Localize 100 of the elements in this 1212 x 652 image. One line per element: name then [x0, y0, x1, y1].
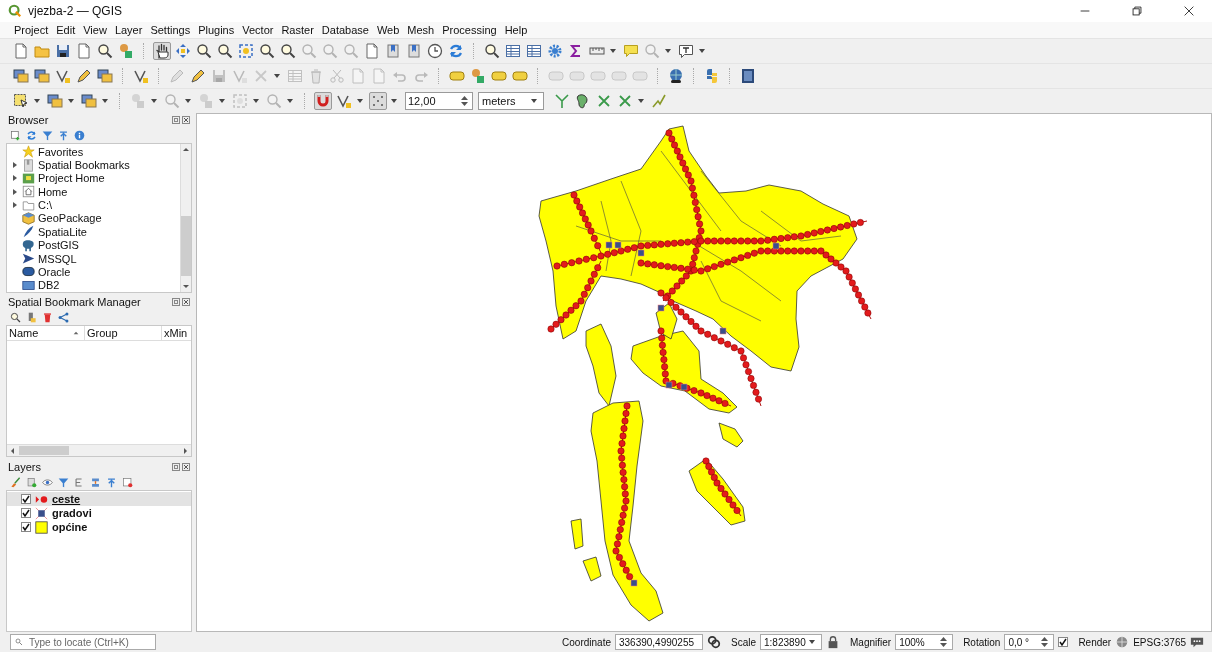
menu-item[interactable]: Settings [146, 24, 195, 36]
column-header[interactable]: Name [7, 326, 85, 340]
scrollbar[interactable] [7, 444, 191, 456]
menu-item[interactable]: Mesh [403, 24, 439, 36]
column-header[interactable]: Group [85, 326, 162, 340]
pencil-icon[interactable] [189, 67, 207, 85]
hand-icon[interactable] [153, 42, 171, 60]
trash-icon[interactable] [42, 311, 53, 323]
layer-stack-icon[interactable] [12, 67, 30, 85]
paintbrush-icon[interactable] [10, 476, 21, 488]
caret-icon[interactable] [699, 49, 705, 53]
caret-icon[interactable] [357, 99, 363, 103]
browser-item[interactable]: Favorites [7, 145, 180, 159]
layer-row[interactable]: gradovi [7, 506, 191, 520]
magnifier-spin-field[interactable]: 100% [895, 634, 954, 650]
restore-icon[interactable] [1130, 4, 1144, 18]
page-icon[interactable] [12, 42, 30, 60]
expand-arrow-icon[interactable] [11, 161, 19, 170]
layer-stack-icon[interactable] [46, 92, 64, 110]
move-arrows-icon[interactable] [174, 42, 192, 60]
menu-item[interactable]: Vector [238, 24, 278, 36]
magnifier-icon[interactable] [10, 311, 21, 323]
lock-icon[interactable] [826, 635, 840, 649]
browser-item[interactable]: Oracle [7, 265, 180, 279]
table-icon[interactable] [525, 42, 543, 60]
number-spin-field[interactable]: 12,00 [405, 92, 473, 110]
caret-icon[interactable] [610, 49, 616, 53]
caret-icon[interactable] [34, 99, 40, 103]
fork-icon[interactable] [553, 92, 571, 110]
share-icon[interactable] [58, 311, 69, 323]
close-icon[interactable] [182, 116, 190, 124]
browser-item[interactable]: PostGIS [7, 238, 180, 252]
caret-icon[interactable] [68, 99, 74, 103]
caret-icon[interactable] [638, 99, 644, 103]
eye-icon[interactable] [42, 476, 53, 488]
menu-item[interactable]: Web [372, 24, 404, 36]
checkbox[interactable] [21, 522, 31, 532]
magnifier-icon[interactable] [258, 42, 276, 60]
collapse-all-icon[interactable] [106, 476, 117, 488]
table-icon[interactable] [504, 42, 522, 60]
magnifier-icon[interactable] [195, 42, 213, 60]
caret-icon[interactable] [809, 640, 815, 644]
expand-arrow-icon[interactable] [11, 201, 19, 210]
browser-item[interactable]: DB2 [7, 278, 180, 292]
browser-item[interactable]: MSSQL [7, 251, 180, 266]
filter-icon[interactable] [42, 129, 53, 141]
shapes-icon[interactable] [469, 67, 487, 85]
expression-icon[interactable] [74, 476, 85, 488]
magnet-icon[interactable] [314, 92, 332, 110]
float-icon[interactable] [172, 298, 180, 306]
layer-stack-icon[interactable] [80, 92, 98, 110]
bookmark-icon[interactable] [384, 42, 402, 60]
browser-item[interactable]: GeoPackage [7, 211, 180, 226]
collapse-icon[interactable] [58, 129, 69, 141]
expand-all-icon[interactable] [90, 476, 101, 488]
dots-icon[interactable] [369, 92, 387, 110]
close-icon[interactable] [182, 298, 190, 306]
crs-button[interactable]: EPSG:3765 [1133, 636, 1186, 648]
units-dropdown[interactable]: meters [478, 92, 544, 110]
coordinate-field[interactable]: 336390,4990255 [614, 634, 703, 650]
add-icon[interactable] [10, 129, 21, 141]
filter-icon[interactable] [58, 476, 69, 488]
zigzag-icon[interactable] [650, 92, 668, 110]
layer-row[interactable]: općine [7, 520, 191, 534]
gear-icon[interactable] [546, 42, 564, 60]
refresh-icon[interactable] [447, 42, 465, 60]
spin-arrows-icon[interactable] [940, 636, 948, 648]
expand-arrow-icon[interactable] [11, 187, 19, 196]
locator-search-field[interactable]: Type to locate (Ctrl+K) [10, 634, 156, 650]
browser-item[interactable]: SpatiaLite [7, 225, 180, 239]
menu-item[interactable]: Database [317, 24, 373, 36]
caret-icon[interactable] [531, 99, 537, 103]
menu-item[interactable]: Layer [110, 24, 147, 36]
remove-layer-icon[interactable] [122, 476, 133, 488]
spin-arrows-icon[interactable] [461, 95, 468, 107]
scrollbar[interactable] [180, 144, 191, 292]
float-icon[interactable] [172, 116, 180, 124]
menu-item[interactable]: Project [10, 24, 53, 36]
caret-icon[interactable] [391, 99, 397, 103]
scale-dropdown[interactable]: 1:823890 [760, 634, 822, 650]
browser-item[interactable]: Spatial Bookmarks [7, 158, 180, 172]
menu-item[interactable]: Edit [52, 24, 80, 36]
menu-item[interactable]: Plugins [194, 24, 239, 36]
refresh-icon[interactable] [26, 129, 37, 141]
layer-stack-icon[interactable] [33, 67, 51, 85]
globe-icon[interactable] [667, 67, 685, 85]
menu-item[interactable]: Help [500, 24, 532, 36]
menu-item[interactable]: Processing [438, 24, 501, 36]
text-box-icon[interactable] [677, 42, 695, 60]
selection-icon[interactable] [12, 92, 30, 110]
clock-icon[interactable] [426, 42, 444, 60]
expand-arrow-icon[interactable] [11, 174, 19, 183]
magnifier-icon[interactable] [216, 42, 234, 60]
layer-stack-icon[interactable] [96, 67, 114, 85]
menu-item[interactable]: Raster [277, 24, 318, 36]
browser-item[interactable]: Project Home [7, 171, 180, 186]
float-icon[interactable] [172, 463, 180, 471]
checkbox[interactable] [21, 508, 31, 518]
info-icon[interactable] [74, 129, 85, 141]
render-checkbox[interactable] [1058, 637, 1069, 647]
